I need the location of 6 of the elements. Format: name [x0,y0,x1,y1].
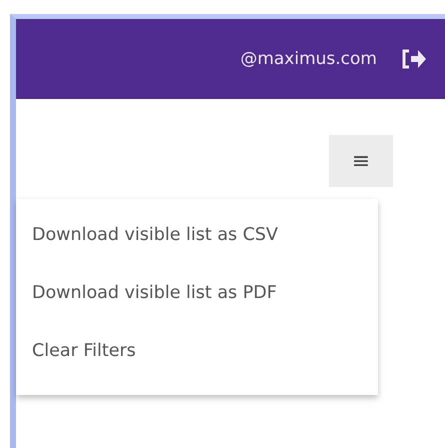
menu-item[interactable]: Download visible list as CSV [16,207,378,265]
menu-item[interactable]: Clear Filters [16,323,378,381]
menu-button[interactable]: ≡ [329,135,393,187]
menu-item[interactable]: Download visible list as PDF [16,265,378,323]
user-email: @maximus.com [240,49,377,69]
logout-icon[interactable] [401,48,427,70]
